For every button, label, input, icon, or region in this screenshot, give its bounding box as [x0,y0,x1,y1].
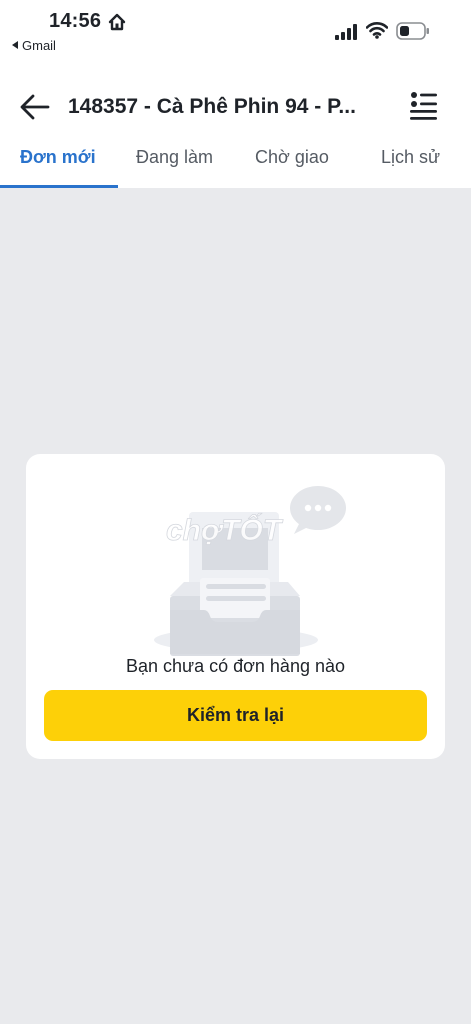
tab-in-progress[interactable]: Đang làm [136,147,213,168]
order-tabs: Đơn mới Đang làm Chờ giao Lịch sử [0,138,471,188]
retry-button[interactable]: Kiểm tra lại [44,690,427,741]
wifi-icon [366,22,388,39]
empty-message: Bạn chưa có đơn hàng nào [125,656,345,676]
tab-new-orders[interactable]: Đơn mới [20,147,96,168]
watermark-text: chợTỐT [166,513,284,547]
active-tab-indicator [0,185,118,188]
back-triangle-icon [12,41,18,49]
arrow-left-icon[interactable] [18,90,52,124]
status-time: 14:56 [49,10,102,32]
back-to-app-link[interactable]: Gmail [12,38,56,53]
empty-state-card: chợTỐT Bạn chưa có đơn hàng nào Kiểm tra… [26,454,445,759]
home-icon [108,13,126,31]
tab-awaiting-delivery[interactable]: Chờ giao [255,147,329,168]
cellular-signal-icon [335,24,357,40]
list-menu-icon[interactable] [406,89,440,123]
back-app-label: Gmail [22,38,56,53]
battery-icon [396,22,429,40]
page-title: 148357 - Cà Phê Phin 94 - P... [68,95,356,118]
top-bar: 14:56 Gmail 148357 - Cà Phê Phin 94 - P.… [0,0,471,188]
empty-inbox-icon: chợTỐT [154,486,346,656]
tab-history[interactable]: Lịch sử [381,147,440,168]
